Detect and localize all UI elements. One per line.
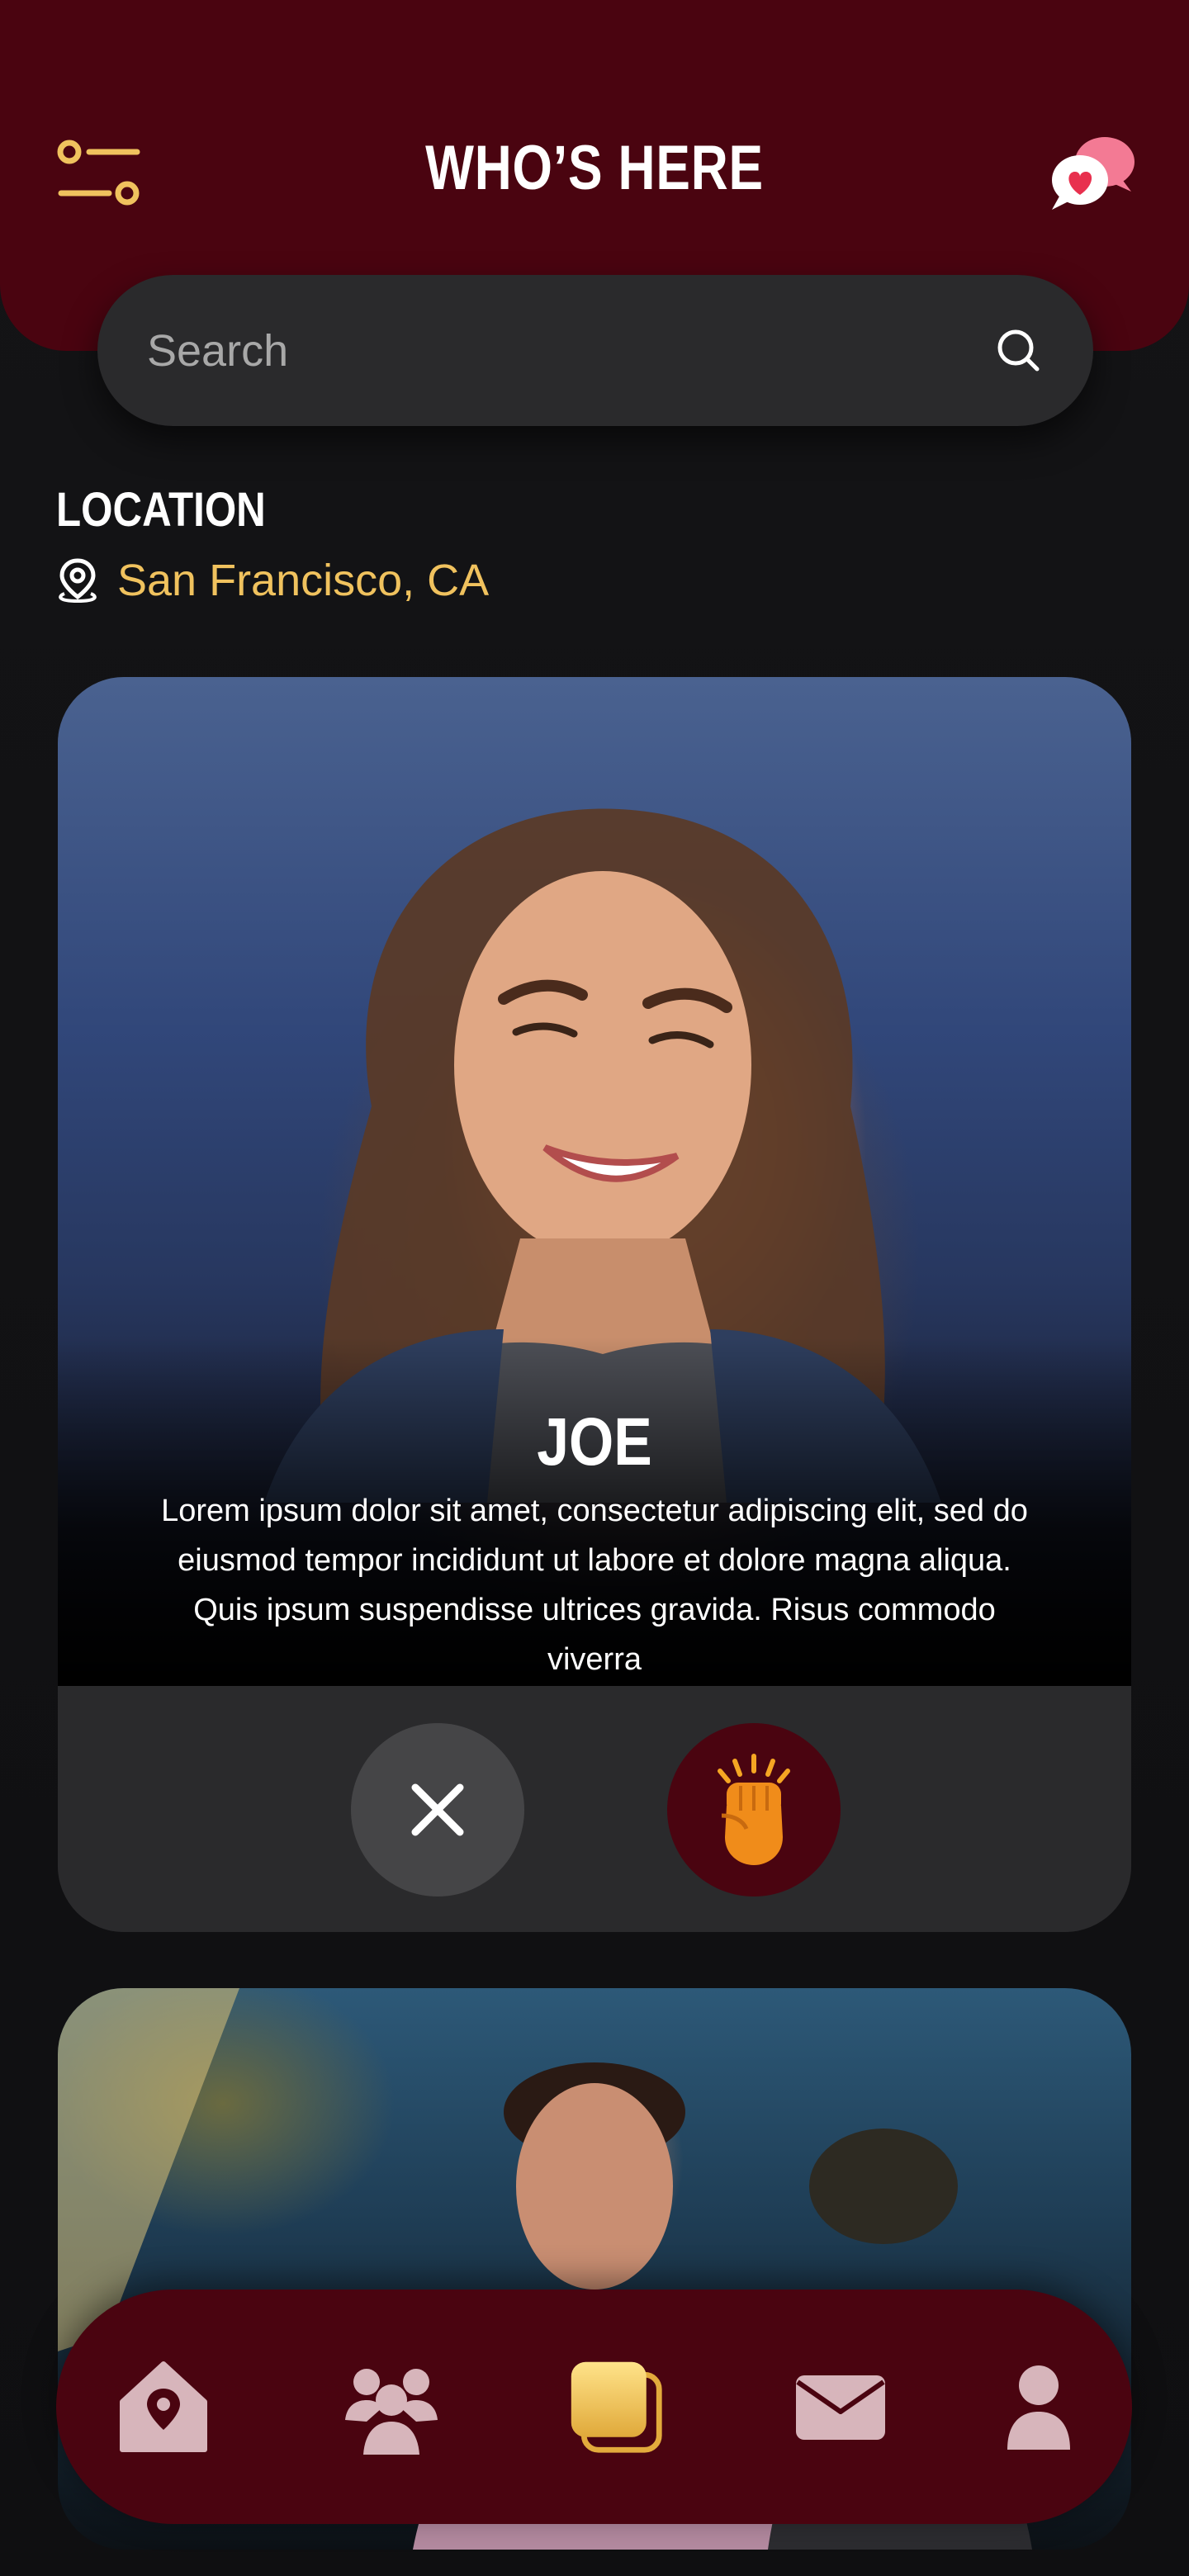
search-input[interactable]: Search	[147, 325, 288, 376]
profile-name: JOE	[537, 1404, 652, 1480]
messages-button[interactable]	[1049, 132, 1139, 215]
profile-card[interactable]: JOE Lorem ipsum dolor sit amet, consecte…	[58, 677, 1131, 1932]
location-label: LOCATION	[56, 483, 266, 537]
nav-people[interactable]	[342, 2357, 441, 2456]
location-value: San Francisco, CA	[117, 556, 490, 605]
search-icon[interactable]	[994, 326, 1044, 376]
raised-fist-icon	[718, 1754, 790, 1865]
home-location-icon	[120, 2361, 207, 2452]
search-bar[interactable]: Search	[97, 275, 1093, 426]
people-icon	[345, 2369, 438, 2455]
profile-description: Lorem ipsum dolor sit amet, consectetur …	[161, 1494, 1028, 1677]
card-actions	[58, 1686, 1131, 1932]
app-screen: WHO’S HERE Search LOCATION San Francisco…	[0, 0, 1189, 2576]
location-pin-icon	[59, 558, 97, 604]
fist-bump-button[interactable]	[667, 1723, 841, 1896]
location-row[interactable]: San Francisco, CA	[56, 555, 489, 606]
dismiss-button[interactable]	[351, 1723, 524, 1896]
mail-icon	[796, 2375, 885, 2440]
cards-icon	[571, 2361, 662, 2453]
chat-heart-icon	[1052, 137, 1135, 210]
nav-profile[interactable]	[989, 2357, 1088, 2456]
nav-home[interactable]	[114, 2357, 213, 2456]
close-icon	[411, 1783, 464, 1836]
nav-messages[interactable]	[791, 2357, 890, 2456]
profile-icon	[1007, 2365, 1070, 2450]
nav-cards[interactable]	[566, 2357, 666, 2456]
bottom-nav	[56, 2290, 1132, 2524]
page-title: WHO’S HERE	[425, 133, 764, 203]
